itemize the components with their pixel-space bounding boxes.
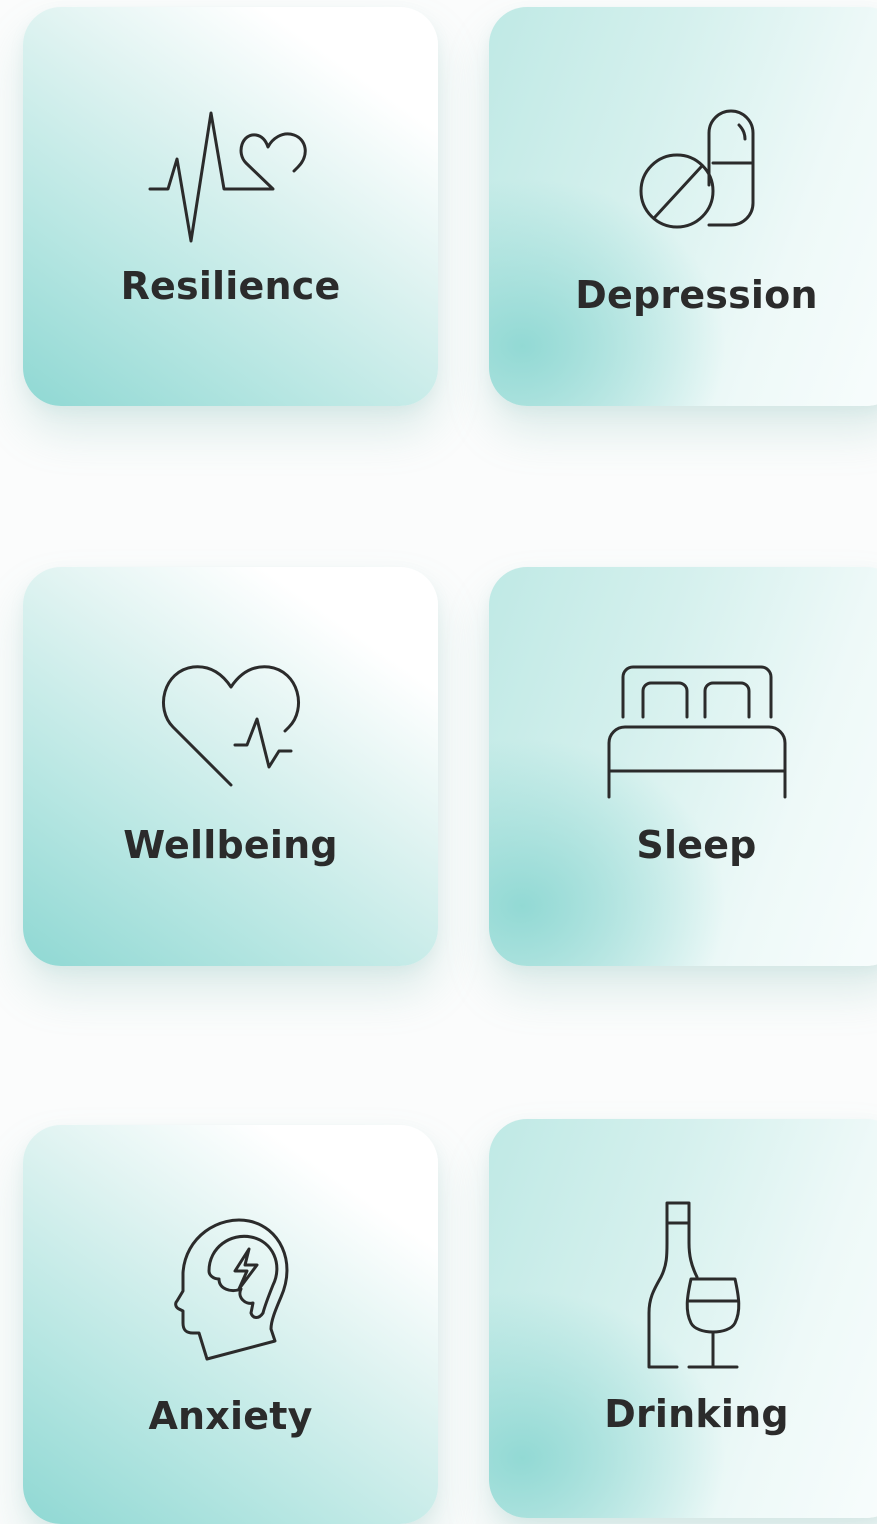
category-label: Depression — [575, 273, 818, 317]
category-label: Resilience — [120, 264, 341, 308]
category-card-depression[interactable]: Depression — [489, 7, 877, 406]
category-label: Sleep — [636, 823, 757, 867]
heart-pulse-icon — [23, 665, 438, 791]
bed-icon — [489, 665, 877, 799]
head-brain-lightning-icon — [23, 1213, 438, 1363]
category-card-resilience[interactable]: Resilience — [23, 7, 438, 406]
category-card-drinking[interactable]: Drinking — [489, 1119, 877, 1518]
category-card-anxiety[interactable]: Anxiety — [23, 1125, 438, 1524]
category-label: Drinking — [604, 1392, 789, 1436]
heartbeat-heart-icon — [23, 111, 438, 251]
pill-capsule-icon — [489, 101, 877, 231]
category-label: Wellbeing — [123, 823, 338, 867]
category-card-sleep[interactable]: Sleep — [489, 567, 877, 966]
category-label: Anxiety — [148, 1394, 313, 1438]
bottle-wine-glass-icon — [489, 1201, 877, 1371]
category-card-wellbeing[interactable]: Wellbeing — [23, 567, 438, 966]
